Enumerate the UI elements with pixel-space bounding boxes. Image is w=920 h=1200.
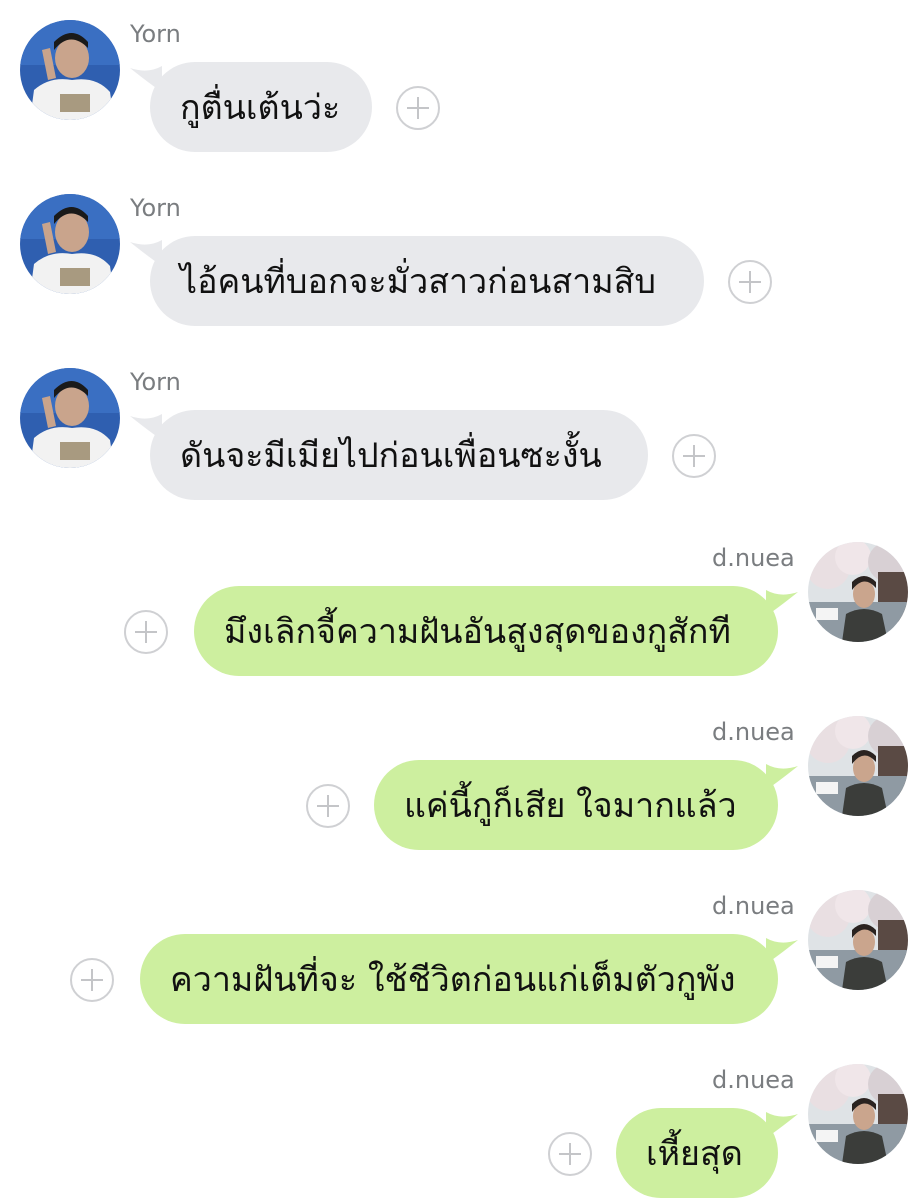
chat-window: Yorn กูตื่นเต้นว่ะ Yorn ไอ้คนที่บอกจะมั่… [0, 0, 920, 1200]
message-bubble[interactable]: กูตื่นเต้นว่ะ [150, 62, 372, 152]
sender-name: Yorn [130, 20, 181, 48]
avatar-yorn[interactable] [20, 20, 120, 120]
avatar-d-nuea[interactable] [808, 1064, 908, 1164]
outgoing-message: d.nuea มึงเลิกจี้ความฝันอันสูงสุดของกูสั… [0, 522, 920, 692]
incoming-message: Yorn ไอ้คนที่บอกจะมั่วสาวก่อนสามสิบ [0, 174, 920, 344]
plus-circle-icon[interactable] [728, 260, 772, 304]
outgoing-message: d.nuea แค่นี้กูก็เสีย ใจมากแล้ว [0, 696, 920, 866]
plus-circle-icon[interactable] [548, 1132, 592, 1176]
outgoing-message: d.nuea เหี้ยสุด [0, 1044, 920, 1200]
plus-circle-icon[interactable] [396, 86, 440, 130]
sender-name: d.nuea [712, 718, 795, 746]
message-bubble[interactable]: ไอ้คนที่บอกจะมั่วสาวก่อนสามสิบ [150, 236, 704, 326]
message-bubble[interactable]: เหี้ยสุด [616, 1108, 778, 1198]
message-bubble[interactable]: แค่นี้กูก็เสีย ใจมากแล้ว [374, 760, 778, 850]
avatar-d-nuea[interactable] [808, 542, 908, 642]
incoming-message: Yorn กูตื่นเต้นว่ะ [0, 0, 920, 170]
message-bubble[interactable]: ความฝันที่จะ ใช้ชีวิตก่อนแก่เต็มตัวกูพัง [140, 934, 778, 1024]
sender-name: Yorn [130, 194, 181, 222]
message-bubble[interactable]: มึงเลิกจี้ความฝันอันสูงสุดของกูสักที [194, 586, 778, 676]
plus-circle-icon[interactable] [70, 958, 114, 1002]
avatar-yorn[interactable] [20, 368, 120, 468]
avatar-d-nuea[interactable] [808, 716, 908, 816]
sender-name: Yorn [130, 368, 181, 396]
message-bubble[interactable]: ดันจะมีเมียไปก่อนเพื่อนซะงั้น [150, 410, 648, 500]
plus-circle-icon[interactable] [124, 610, 168, 654]
sender-name: d.nuea [712, 544, 795, 572]
plus-circle-icon[interactable] [672, 434, 716, 478]
plus-circle-icon[interactable] [306, 784, 350, 828]
sender-name: d.nuea [712, 892, 795, 920]
incoming-message: Yorn ดันจะมีเมียไปก่อนเพื่อนซะงั้น [0, 348, 920, 518]
sender-name: d.nuea [712, 1066, 795, 1094]
outgoing-message: d.nuea ความฝันที่จะ ใช้ชีวิตก่อนแก่เต็มต… [0, 870, 920, 1040]
avatar-yorn[interactable] [20, 194, 120, 294]
avatar-d-nuea[interactable] [808, 890, 908, 990]
